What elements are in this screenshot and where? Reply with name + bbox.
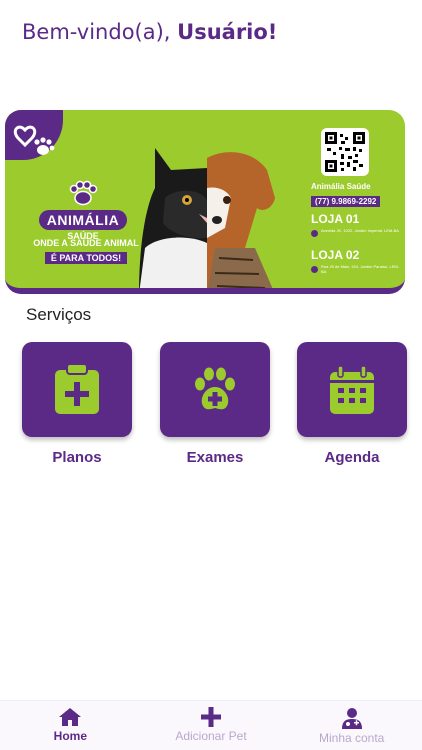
promo-banner[interactable]: ANIMÁLIA SAÚDE ONDE A SAÚDE ANIMAL É PAR… <box>5 110 405 294</box>
service-planos-button[interactable] <box>22 342 132 437</box>
qr-code-icon <box>325 132 365 172</box>
nav-account-label: Minha conta <box>318 731 385 745</box>
user-doctor-icon <box>341 708 362 729</box>
cat-dog-illustration <box>139 148 275 288</box>
service-agenda-button[interactable] <box>297 342 407 437</box>
service-planos-label[interactable]: Planos <box>22 449 132 466</box>
service-exames-button[interactable] <box>160 342 270 437</box>
nav-add-pet[interactable]: Adicionar Pet <box>141 701 282 750</box>
banner-slogan: ONDE A SAÚDE ANIMAL É PARA TODOS! <box>23 238 149 266</box>
heart-paw-icon <box>13 125 55 155</box>
paw-logo-icon <box>69 180 98 206</box>
store-1-title: LOJA 01 <box>311 212 360 226</box>
services-title: Serviços <box>26 305 92 324</box>
slogan-line2: É PARA TODOS! <box>44 252 128 264</box>
brand-logo: ANIMÁLIA SAÚDE <box>33 180 133 241</box>
nav-home-label: Home <box>53 729 87 743</box>
location-pin-icon <box>311 230 318 237</box>
store-2: LOJA 02 Rua 25 de Maio, 510, Jardim Para… <box>311 248 401 274</box>
paw-plus-icon <box>195 367 235 409</box>
plus-icon <box>201 707 221 727</box>
qr-code <box>321 128 369 176</box>
store-1: LOJA 01 Avenida JK, 1022, Jardim Imperia… <box>311 212 401 237</box>
service-exames-label[interactable]: Exames <box>160 449 270 466</box>
slogan-line1: ONDE A SAÚDE ANIMAL <box>33 238 139 248</box>
nav-home[interactable]: Home <box>0 701 141 750</box>
greeting-text: Bem-vindo(a), <box>22 20 178 44</box>
clipboard-plus-icon <box>55 363 99 414</box>
store-2-title: LOJA 02 <box>311 248 360 262</box>
store-1-address: Avenida JK, 1022, Jardim Imperial, LEM-B… <box>321 228 399 233</box>
location-pin-icon <box>311 266 318 273</box>
store-2-address: Rua 25 de Maio, 510, Jardim Paraíso, LEM… <box>321 264 400 274</box>
brand-contact: Animália Saúde (77) 9.9869-2292 <box>311 182 391 209</box>
service-agenda-label[interactable]: Agenda <box>297 449 407 466</box>
logo-title: ANIMÁLIA <box>38 210 128 230</box>
brand-name: Animália Saúde <box>311 182 371 191</box>
nav-account[interactable]: Minha conta <box>281 701 422 750</box>
bottom-navigation: Home Adicionar Pet Minha conta <box>0 700 422 750</box>
user-name: Usuário! <box>177 20 278 44</box>
home-icon <box>59 708 82 726</box>
welcome-heading: Bem-vindo(a), Usuário! <box>22 20 277 44</box>
nav-add-pet-label: Adicionar Pet <box>175 729 247 743</box>
calendar-icon <box>330 364 374 414</box>
brand-phone: (77) 9.9869-2292 <box>311 196 381 207</box>
